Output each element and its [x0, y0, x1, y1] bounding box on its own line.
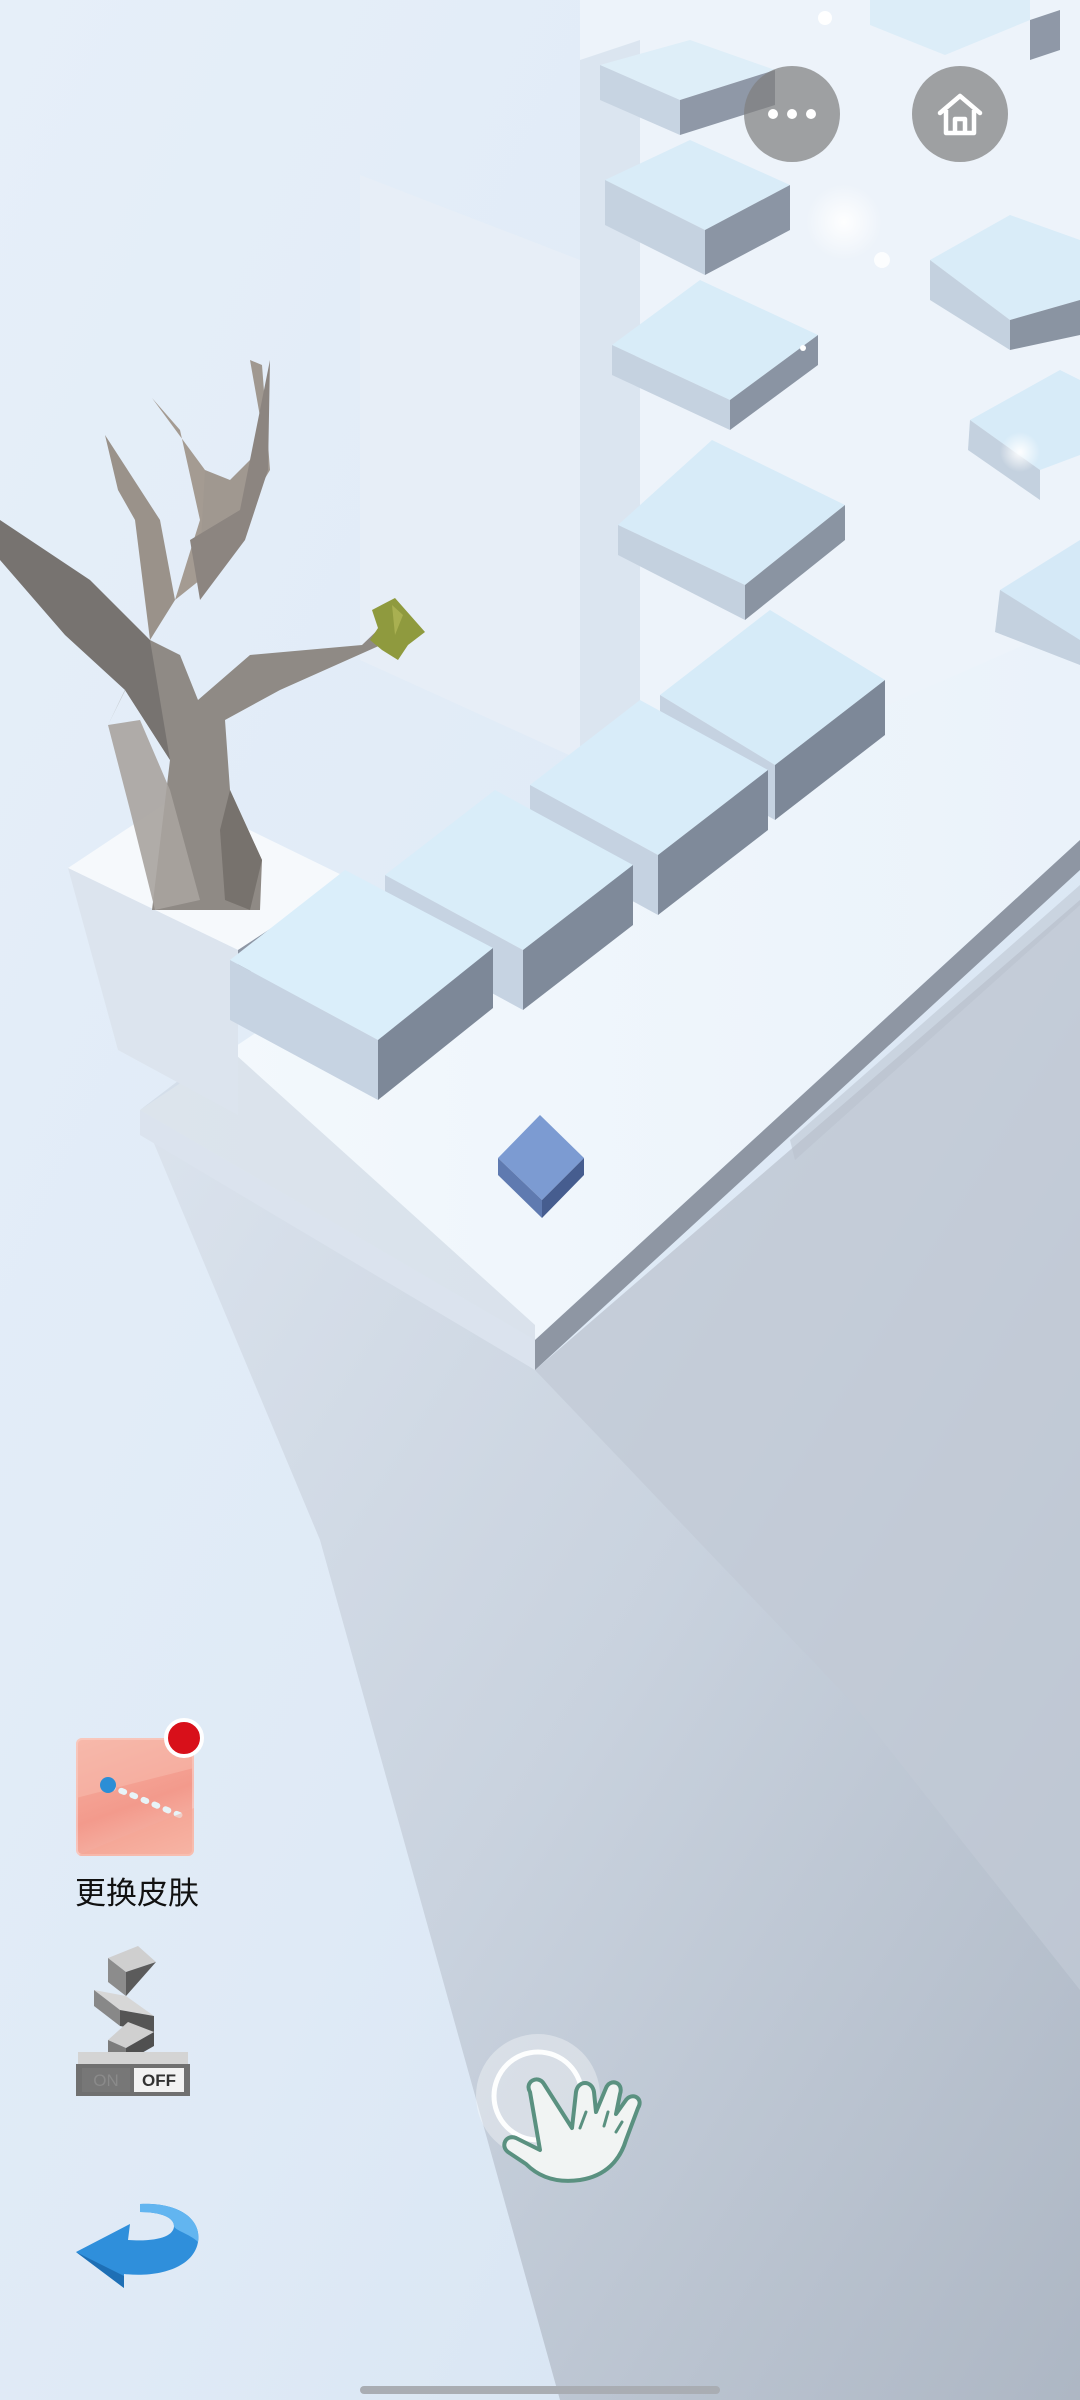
notification-badge — [164, 1718, 204, 1758]
toggle-off-label: OFF — [142, 2071, 176, 2090]
home-icon — [937, 93, 983, 136]
tap-hand-icon — [476, 2034, 642, 2183]
more-horizontal-icon — [768, 109, 816, 119]
change-skin-label: 更换皮肤 — [75, 1876, 199, 1912]
snake-icon — [94, 1946, 156, 2062]
home-indicator-bar[interactable] — [360, 2386, 720, 2394]
game-screen: 更换皮肤 ON OFF — [0, 0, 1080, 2400]
more-button[interactable] — [744, 66, 840, 162]
toggle-on-label: ON — [93, 2071, 119, 2090]
change-skin-button[interactable]: 更换皮肤 — [62, 1716, 212, 1916]
back-button[interactable] — [70, 2196, 206, 2290]
back-arrow-icon — [76, 2203, 199, 2288]
home-button[interactable] — [912, 66, 1008, 162]
snake-mode-toggle[interactable]: ON OFF — [74, 1944, 192, 2098]
tap-hint — [456, 2028, 684, 2198]
